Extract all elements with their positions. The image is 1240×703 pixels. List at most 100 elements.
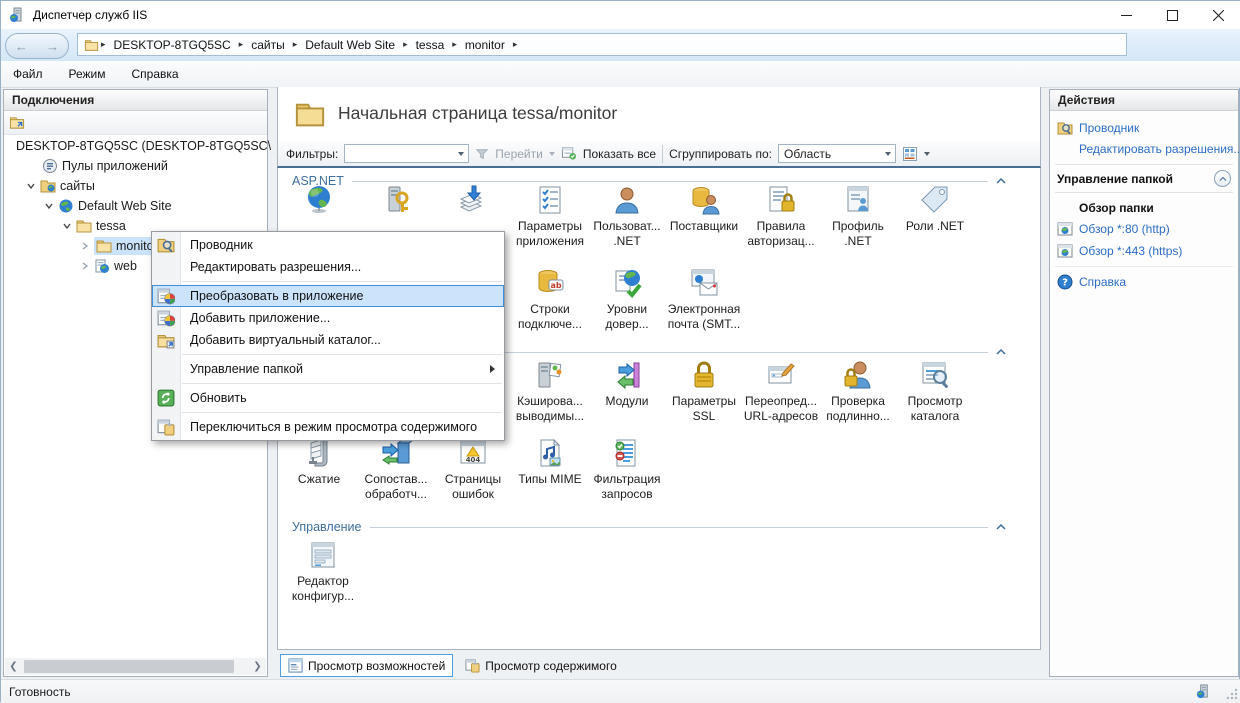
filters-label: Фильтры: xyxy=(286,147,338,161)
status-text: Готовность xyxy=(9,685,71,699)
caching-icon xyxy=(534,359,566,391)
breadcrumb-item-server[interactable]: DESKTOP-8TGQ5SC xyxy=(114,38,231,52)
feature-mime-types[interactable]: Типы MIME xyxy=(511,437,589,487)
tree-item-server[interactable]: DESKTOP-8TGQ5SC (DESKTOP-8TGQ5SC\v xyxy=(4,136,271,156)
web-application-icon xyxy=(94,258,110,274)
navigation-buttons[interactable]: ← → xyxy=(5,33,69,59)
scrollbar-thumb[interactable] xyxy=(24,660,234,673)
feature-net-roles[interactable]: Роли .NET xyxy=(896,184,974,234)
go-button[interactable]: Перейти xyxy=(495,147,543,161)
scrollbar-track[interactable] xyxy=(22,658,249,675)
collapse-section-icon[interactable] xyxy=(996,523,1006,531)
tree-label: Пулы приложений xyxy=(62,159,168,173)
feature-modules[interactable]: Модули xyxy=(588,359,666,409)
feature-machine-key[interactable] xyxy=(357,184,435,216)
feature-authorization-rules[interactable]: Правила авторизац... xyxy=(742,184,820,248)
group-label: Управление папкой xyxy=(1057,172,1173,186)
feature-configuration-editor[interactable]: Редактор конфигур... xyxy=(284,539,362,603)
feature-net-globalization[interactable] xyxy=(280,184,358,216)
scroll-right-icon[interactable]: ❯ xyxy=(249,658,266,675)
minimize-button[interactable] xyxy=(1103,1,1149,29)
menu-view[interactable]: Режим xyxy=(69,67,106,81)
feature-net-users[interactable]: Пользоват... .NET xyxy=(588,184,666,248)
maximize-button[interactable] xyxy=(1149,1,1195,29)
context-menu-add-application[interactable]: Добавить приложение... xyxy=(152,307,504,329)
tag-icon xyxy=(919,184,951,216)
action-explorer[interactable]: Проводник xyxy=(1055,117,1233,139)
action-help[interactable]: ? Справка xyxy=(1055,271,1233,293)
application-pinwheel-icon xyxy=(157,287,175,305)
mime-page-icon xyxy=(534,437,566,469)
collapse-group-icon[interactable] xyxy=(1214,170,1231,187)
create-connection-icon[interactable] xyxy=(9,115,25,130)
feature-url-rewrite[interactable]: Переопред... URL-адресов xyxy=(742,359,820,423)
resize-grip[interactable] xyxy=(1225,687,1239,701)
feature-providers[interactable]: Поставщики xyxy=(665,184,743,234)
horizontal-scrollbar[interactable]: ❮ ❯ xyxy=(5,658,266,675)
chevron-expanded-icon xyxy=(44,201,54,211)
feature-request-filtering[interactable]: Фильтрация запросов xyxy=(588,437,666,501)
feature-directory-browsing[interactable]: Просмотр каталога xyxy=(896,359,974,423)
feature-trust-levels[interactable]: Уровни довер... xyxy=(588,267,666,331)
tree-item-app-pools[interactable]: Пулы приложений xyxy=(4,156,305,176)
tree-label: web xyxy=(114,259,137,273)
actions-group-folder-management[interactable]: Управление папкой xyxy=(1055,164,1233,193)
view-tabs: Просмотр возможностей Просмотр содержимо… xyxy=(277,652,1041,679)
view-dropdown-icon[interactable] xyxy=(924,152,930,156)
iis-status-icon xyxy=(1196,684,1211,699)
menu-help[interactable]: Справка xyxy=(132,67,179,81)
action-edit-permissions[interactable]: Редактировать разрешения... xyxy=(1055,139,1233,159)
feature-net-profile[interactable]: Профиль .NET xyxy=(819,184,897,248)
action-browse-http[interactable]: Обзор *:80 (http) xyxy=(1055,218,1233,240)
tab-features-view[interactable]: Просмотр возможностей xyxy=(280,654,453,677)
feature-output-caching[interactable]: Кэширова... выводимы... xyxy=(511,359,589,423)
context-menu-explorer[interactable]: Проводник xyxy=(152,234,504,256)
action-label: Редактировать разрешения... xyxy=(1079,142,1240,156)
tab-label: Просмотр содержимого xyxy=(485,659,616,673)
context-menu: Проводник Редактировать разрешения... Пр… xyxy=(151,231,505,441)
feature-application-settings[interactable]: Параметры приложения xyxy=(511,184,589,248)
back-icon[interactable]: ← xyxy=(15,39,28,54)
breadcrumb-item-monitor[interactable]: monitor xyxy=(465,38,505,52)
context-menu-add-virtual-directory[interactable]: Добавить виртуальный каталог... xyxy=(152,329,504,351)
show-all-button[interactable]: Показать все xyxy=(583,147,656,161)
feature-compression[interactable]: Сжатие xyxy=(280,437,358,487)
menu-file[interactable]: Файл xyxy=(13,67,43,81)
view-grid-icon[interactable] xyxy=(902,146,918,162)
context-menu-switch-to-content-view[interactable]: Переключиться в режим просмотра содержим… xyxy=(152,416,504,438)
address-bar[interactable]: ▸ DESKTOP-8TGQ5SC ▸ сайты ▸ Default Web … xyxy=(77,33,1127,56)
feature-authentication[interactable]: Проверка подлинно... xyxy=(819,359,897,423)
tab-label: Просмотр возможностей xyxy=(308,659,445,673)
group-by-combobox[interactable]: Область xyxy=(778,144,896,163)
feature-connection-strings[interactable]: ab Строки подключе... xyxy=(511,267,589,331)
context-menu-folder-management[interactable]: Управление папкой xyxy=(152,358,504,380)
feature-ssl-settings[interactable]: Параметры SSL xyxy=(665,359,743,423)
tab-content-view[interactable]: Просмотр содержимого xyxy=(458,655,623,676)
iis-manager-window: { "palette":{"accent_blue":"#2b6cc4","se… xyxy=(0,0,1240,702)
go-dropdown-icon[interactable] xyxy=(549,152,555,156)
scroll-left-icon[interactable]: ❮ xyxy=(5,658,22,675)
error-404-icon: 404 xyxy=(457,437,489,469)
help-icon: ? xyxy=(1057,274,1073,290)
folder-shortcut-icon xyxy=(157,331,175,349)
collapse-section-icon[interactable] xyxy=(996,348,1006,356)
group-by-value: Область xyxy=(784,147,831,161)
close-button[interactable] xyxy=(1195,1,1240,29)
breadcrumb-item-default-web-site[interactable]: Default Web Site xyxy=(305,38,395,52)
feature-net-compilation[interactable] xyxy=(434,184,512,216)
context-menu-convert-to-application[interactable]: Преобразовать в приложение xyxy=(152,285,504,307)
filter-combobox[interactable] xyxy=(344,144,469,163)
address-toolbar: ← → ▸ DESKTOP-8TGQ5SC ▸ сайты ▸ Default … xyxy=(1,29,1240,62)
action-browse-https[interactable]: Обзор *:443 (https) xyxy=(1055,240,1233,262)
context-menu-edit-permissions[interactable]: Редактировать разрешения... xyxy=(152,256,504,278)
context-menu-refresh[interactable]: Обновить xyxy=(152,387,504,409)
forward-icon[interactable]: → xyxy=(46,39,59,54)
tree-item-default-web-site[interactable]: Default Web Site xyxy=(4,196,307,216)
feature-error-pages[interactable]: 404 Страницы ошибок xyxy=(434,437,512,501)
tree-item-sites[interactable]: сайты xyxy=(4,176,289,196)
breadcrumb-item-sites[interactable]: сайты xyxy=(251,38,285,52)
collapse-section-icon[interactable] xyxy=(996,177,1006,185)
feature-smtp-email[interactable]: Электронная почта (SMT... xyxy=(665,267,743,331)
breadcrumb-item-tessa[interactable]: tessa xyxy=(416,38,445,52)
feature-handler-mappings[interactable]: Сопостав... обработч... xyxy=(357,437,435,501)
